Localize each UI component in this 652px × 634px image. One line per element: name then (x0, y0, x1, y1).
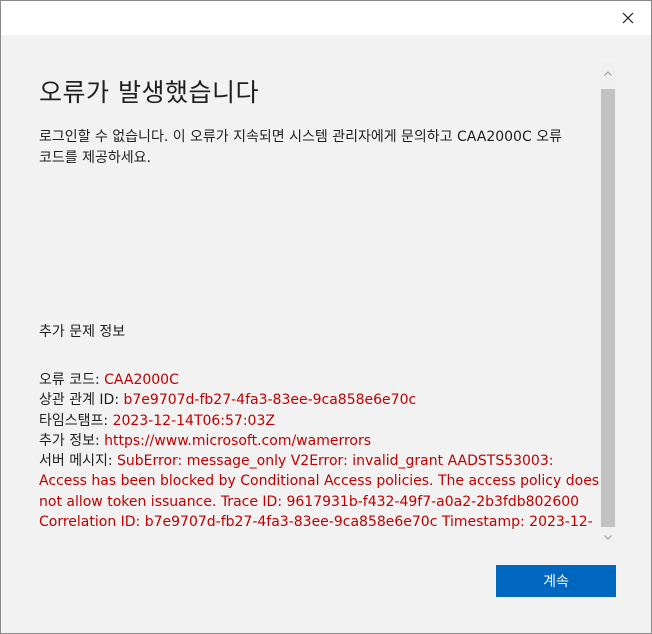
error-code-value: CAA2000C (104, 372, 179, 388)
chevron-down-icon (604, 525, 612, 544)
error-dialog: 오류가 발생했습니다 로그인할 수 없습니다. 이 오류가 지속되면 시스템 관… (0, 0, 652, 634)
error-message: 로그인할 수 없습니다. 이 오류가 지속되면 시스템 관리자에게 문의하고 C… (39, 127, 599, 169)
correlation-id-label: 상관 관계 ID: (39, 392, 124, 409)
close-icon (622, 9, 634, 28)
error-message-line-2: 코드를 제공하세요. (39, 150, 151, 166)
scrollbar-thumb[interactable] (601, 89, 615, 527)
server-message-row: 서버 메시지: SubError: message_only V2Error: … (39, 451, 599, 531)
timestamp-row: 타임스탬프: 2023-12-14T06:57:03Z (39, 411, 599, 431)
page-title: 오류가 발생했습니다 (39, 78, 259, 107)
correlation-id-value: b7e9707d-fb27-4fa3-83ee-9ca858e6e70c (123, 392, 417, 409)
close-button[interactable] (605, 1, 651, 35)
more-info-link[interactable]: https://www.microsoft.com/wamerrors (104, 433, 371, 449)
more-info-row: 추가 정보: https://www.microsoft.com/wamerro… (39, 431, 599, 451)
title-bar (1, 1, 651, 35)
error-message-line-1: 로그인할 수 없습니다. 이 오류가 지속되면 시스템 관리자에게 문의하고 C… (39, 129, 562, 145)
timestamp-value: 2023-12-14T06:57:03Z (112, 412, 275, 429)
vertical-scrollbar[interactable] (600, 62, 616, 542)
timestamp-label: 타임스탬프: (39, 412, 113, 429)
continue-button[interactable]: 계속 (496, 565, 616, 597)
more-info-title: 추가 문제 정보 (39, 324, 126, 340)
correlation-id-row: 상관 관계 ID: b7e9707d-fb27-4fa3-83ee-9ca858… (39, 390, 599, 410)
error-code-label: 오류 코드: (39, 372, 105, 388)
more-info-label: 추가 정보: (39, 432, 105, 449)
server-message-value: SubError: message_only V2Error: invalid_… (39, 453, 599, 531)
scrollable-content: 오류가 발생했습니다 로그인할 수 없습니다. 이 오류가 지속되면 시스템 관… (39, 71, 599, 531)
scroll-down-button[interactable] (600, 526, 616, 542)
chevron-up-icon (604, 61, 612, 80)
scroll-up-button[interactable] (600, 62, 616, 78)
server-message-label: 서버 메시지: (39, 453, 118, 470)
error-code-row: 오류 코드: CAA2000C (39, 370, 599, 390)
error-details: 오류 코드: CAA2000C 상관 관계 ID: b7e9707d-fb27-… (39, 370, 599, 531)
